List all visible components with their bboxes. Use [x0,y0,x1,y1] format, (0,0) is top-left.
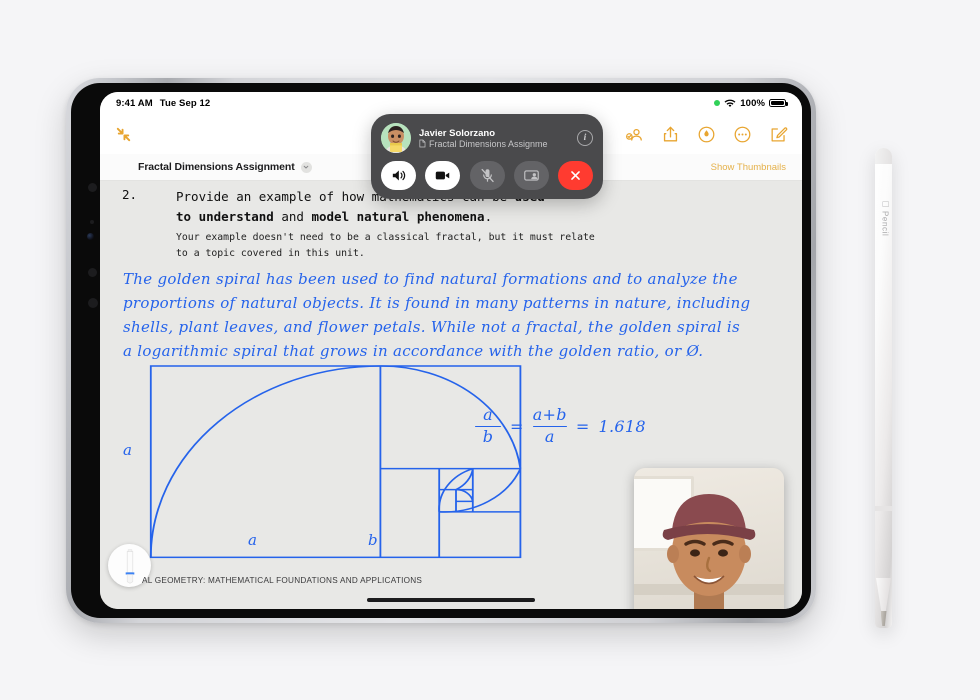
video-button[interactable] [425,161,461,190]
chevron-down-icon[interactable] [300,161,312,173]
fraction-numerator: a+b [532,405,567,424]
pencil-brand-label:  Pencil [880,179,891,259]
pencil-label-text: Pencil [880,207,890,236]
handwriting-line-1: The golden spiral has been used to find … [123,270,738,288]
fraction-aplusb-over-a: a+b a [532,405,567,447]
home-indicator[interactable] [367,598,535,602]
question-period: . [484,209,493,224]
apple-pencil:  Pencil [875,148,892,628]
handwriting-line-3: shells, plant leaves, and flower petals.… [123,318,740,336]
apple-logo-icon:  [881,201,891,208]
end-call-button[interactable] [558,161,593,190]
self-video-preview[interactable] [634,468,784,609]
question-subtext-line2: to a topic covered in this unit. [176,247,365,259]
facetime-caller-name: Javier Solorzano [419,127,496,139]
equals-sign-1: = [510,417,524,437]
ipad-screen: 9:41 AM Tue Sep 12 100% Fractal Dimensio… [100,92,802,609]
memoji-avatar [381,123,411,153]
status-time: 9:41 AM [116,97,153,109]
question-bold-model: model natural phenomena [311,209,485,224]
handwritten-answer: The golden spiral has been used to find … [123,267,780,363]
markup-icon[interactable] [697,125,716,144]
page-caption: AL GEOMETRY: MATHEMATICAL FOUNDATIONS AN… [142,576,423,585]
question-subtext: Your example doesn't need to be a classi… [176,230,762,261]
document-page: 2. Provide an example of how mathematics… [100,181,802,609]
question-number: 2. [122,187,138,202]
toolbar-right-icons [625,125,788,144]
ipad-device: 9:41 AM Tue Sep 12 100% Fractal Dimensio… [66,78,816,623]
pencil-tip [880,611,887,626]
pencil-flat-edge [875,148,892,164]
bezel-dot [88,298,98,308]
document-title: Fractal Dimensions Assignment [138,161,295,173]
bezel-dot [88,183,97,192]
facetime-header: Javier Solorzano Fractal Dimensions Assi… [381,123,593,153]
collaborate-icon[interactable] [625,125,644,144]
video-person [662,494,756,609]
show-thumbnails-button[interactable]: Show Thumbnails [711,162,786,173]
status-date: Tue Sep 12 [159,97,211,109]
fraction-denominator: a [544,427,555,447]
bezel-dot [88,268,97,277]
front-camera [87,233,94,240]
diagram-label-b-bottom: b [368,531,378,549]
question-bold-understand: to understand [176,209,274,224]
question-subtext-line1: Your example doesn't need to be a classi… [176,232,595,243]
more-icon[interactable] [733,125,752,144]
document-title-button[interactable]: Fractal Dimensions Assignment [138,161,312,173]
facetime-panel[interactable]: Javier Solorzano Fractal Dimensions Assi… [371,114,603,199]
share-icon[interactable] [661,125,680,144]
golden-spiral-diagram: a a b a b = a+b a = 1.618 [120,359,646,569]
green-recording-dot-icon [714,100,721,106]
compose-icon[interactable] [769,125,788,144]
facetime-activity-label: Fractal Dimensions Assignme [429,138,548,149]
diagram-label-a-bottom: a [248,531,258,549]
screenshot-stage: 9:41 AM Tue Sep 12 100% Fractal Dimensio… [0,0,980,700]
facetime-activity: Fractal Dimensions Assignme [419,139,569,149]
handwriting-line-2: proportions of natural objects. It is fo… [123,294,751,312]
battery-percent-label: 100% [740,97,765,109]
facetime-caller-meta: Javier Solorzano Fractal Dimensions Assi… [419,128,569,149]
mute-button[interactable] [469,161,505,190]
bezel-dot [90,220,94,224]
fraction-denominator: b [482,427,494,447]
info-icon[interactable]: i [577,130,593,146]
fraction-numerator: a [483,405,493,424]
document-icon [419,139,426,148]
status-bar: 9:41 AM Tue Sep 12 100% [100,92,802,114]
golden-ratio-equation: a b = a+b a = 1.618 [475,405,646,447]
fraction-a-over-b: a b [475,405,501,447]
equation-result: 1.618 [598,417,646,437]
shareplay-button[interactable] [513,161,549,190]
facetime-controls [381,161,593,190]
question-plain-and: and [273,209,312,224]
diagram-label-a-left: a [123,441,133,459]
wifi-icon [724,99,736,108]
battery-icon [769,98,788,108]
pencil-band [875,506,892,511]
equals-sign-2: = [575,417,590,437]
pencil-cone [876,578,891,614]
speaker-button[interactable] [381,161,416,190]
collapse-arrows-icon[interactable] [114,125,133,144]
